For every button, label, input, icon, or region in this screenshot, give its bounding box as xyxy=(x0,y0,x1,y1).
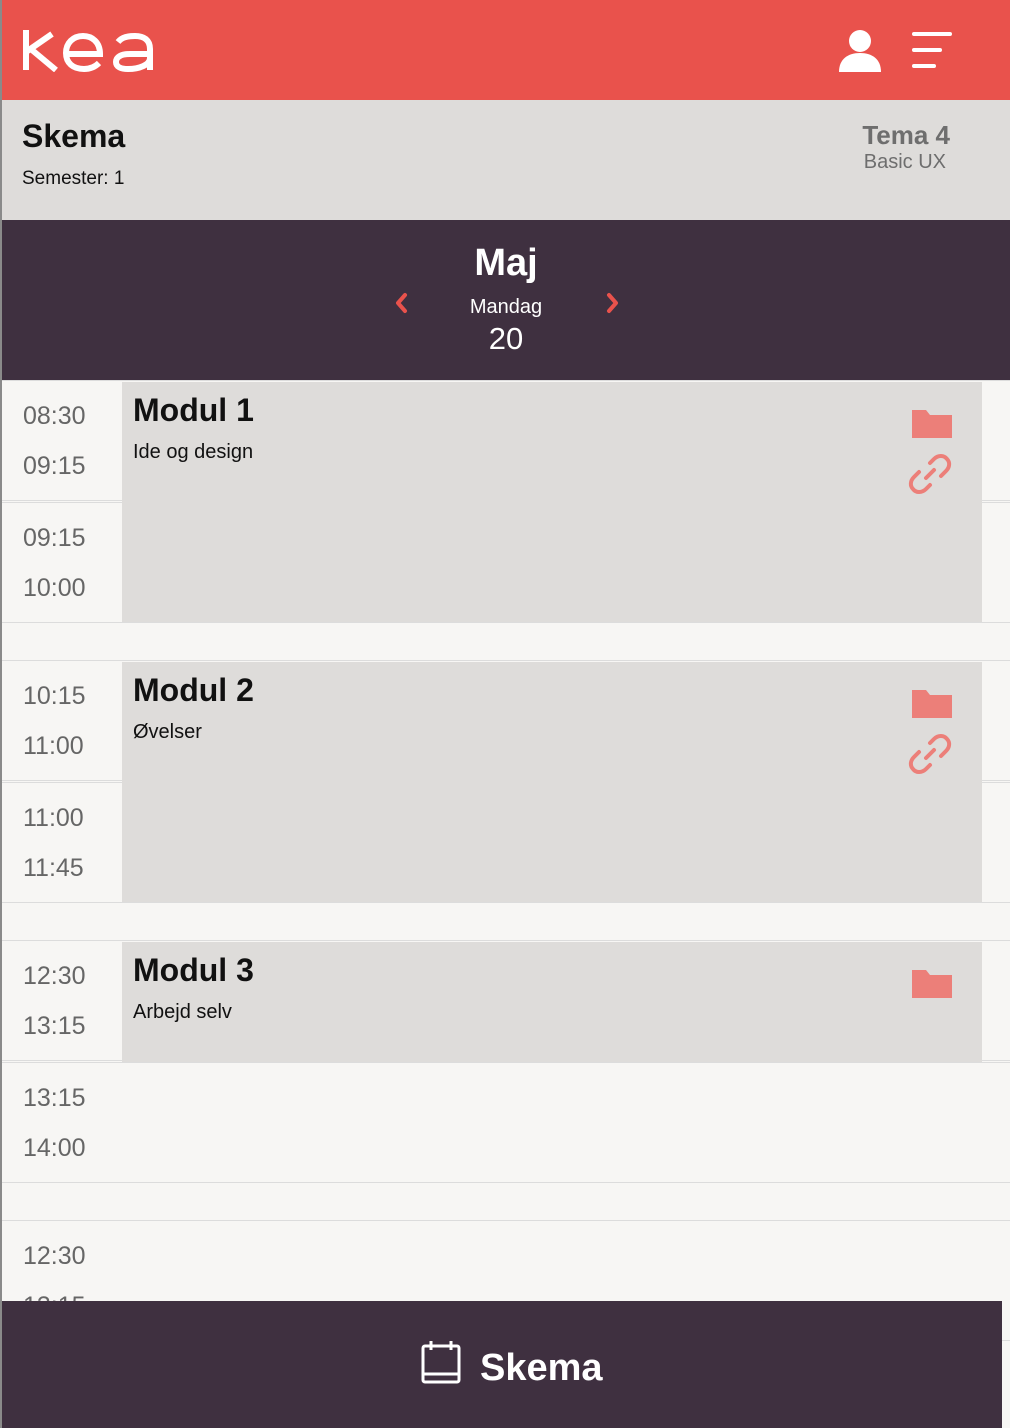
theme-subtitle: Basic UX xyxy=(863,151,946,173)
app-screen: Skema Semester: 1 Tema 4 Basic UX Maj Ma… xyxy=(2,0,1010,1428)
slot-end-time: 10:00 xyxy=(23,574,86,602)
user-icon[interactable] xyxy=(836,26,884,74)
page-title: Skema xyxy=(22,118,126,154)
time-slot: 13:15 14:00 xyxy=(2,1062,1010,1183)
link-icon[interactable] xyxy=(908,452,952,496)
month-label: Maj xyxy=(474,242,538,284)
module-subtitle: Øvelser xyxy=(133,721,202,743)
semester-label: Semester: xyxy=(22,168,109,189)
calendar-icon xyxy=(421,1341,461,1384)
link-icon[interactable] xyxy=(908,732,952,776)
slot-start-time: 11:00 xyxy=(23,804,84,832)
folder-icon[interactable] xyxy=(910,686,954,720)
module-card[interactable]: Modul 2 Øvelser xyxy=(122,662,982,902)
weekday-label: Mandag xyxy=(469,296,543,318)
slot-start-time: 08:30 xyxy=(23,402,86,430)
slot-start-time: 13:15 xyxy=(23,1084,86,1112)
module-card[interactable]: Modul 1 Ide og design xyxy=(122,382,982,622)
slot-end-time: 11:45 xyxy=(23,854,84,882)
slot-start-time: 12:30 xyxy=(23,962,86,990)
slot-end-time: 13:15 xyxy=(23,1012,86,1040)
module-title: Modul 3 xyxy=(133,952,254,988)
top-bar xyxy=(2,0,1010,100)
theme-title: Tema 4 xyxy=(862,120,950,150)
slot-start-time: 09:15 xyxy=(23,524,86,552)
slot-end-time: 09:15 xyxy=(23,452,86,480)
day-number: 20 xyxy=(488,321,524,356)
date-navigator: Maj Mandag 20 xyxy=(2,220,1010,380)
slot-start-time: 10:15 xyxy=(23,682,86,710)
bottom-nav-skema[interactable]: Skema xyxy=(2,1301,1002,1428)
module-card[interactable]: Modul 3 Arbejd selv xyxy=(122,942,982,1062)
module-title: Modul 1 xyxy=(133,392,254,428)
module-subtitle: Arbejd selv xyxy=(133,1001,232,1023)
module-subtitle: Ide og design xyxy=(133,441,254,463)
slot-end-time: 14:00 xyxy=(23,1134,86,1162)
folder-icon[interactable] xyxy=(910,406,954,440)
semester-value: 1 xyxy=(113,168,125,189)
kea-logo[interactable] xyxy=(22,28,184,72)
slot-end-time: 11:00 xyxy=(23,732,84,760)
module-title: Modul 2 xyxy=(133,672,254,708)
menu-icon[interactable] xyxy=(906,28,956,72)
slot-start-time: 12:30 xyxy=(23,1242,86,1270)
course-info: Skema Semester: 1 Tema 4 Basic UX xyxy=(2,100,1010,220)
semester-info: Semester: 1 xyxy=(22,168,124,190)
chevron-right-icon[interactable] xyxy=(602,290,624,316)
bottom-nav-label: Skema xyxy=(480,1347,603,1389)
folder-icon[interactable] xyxy=(910,966,954,1000)
